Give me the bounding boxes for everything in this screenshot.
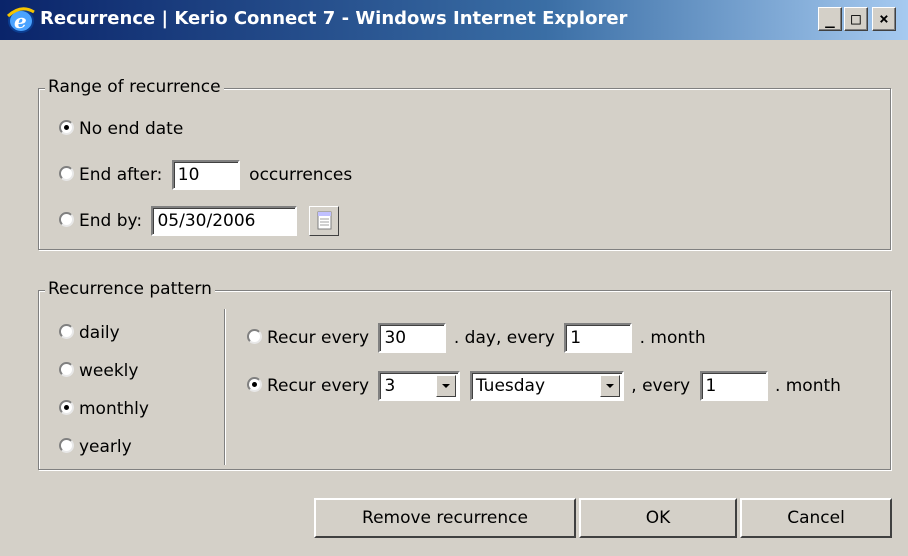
chevron-down-icon[interactable] — [436, 375, 457, 397]
recur-by-day-option[interactable]: Recur every 30 . day, every 1 . month — [247, 323, 706, 353]
title-bar: e Recurrence | Kerio Connect 7 - Windows… — [0, 0, 908, 40]
weekday-select-value: Tuesday — [475, 376, 546, 396]
daily-radio[interactable] — [59, 323, 74, 339]
month-interval-input-1[interactable]: 1 — [564, 323, 633, 353]
end-by-radio[interactable] — [59, 211, 74, 227]
range-of-recurrence-group: Range of recurrence No end date End afte… — [38, 77, 891, 250]
recur-by-weekday-radio[interactable] — [247, 376, 262, 392]
recur-every-label-2: Recur every — [267, 376, 370, 396]
day-every-label: . day, every — [453, 328, 555, 348]
recurrence-pattern-legend: Recurrence pattern — [45, 279, 215, 299]
end-after-input[interactable]: 10 — [171, 160, 240, 190]
weekly-label: weekly — [79, 361, 139, 381]
ordinal-select-value: 3 — [384, 376, 396, 396]
close-button[interactable]: × — [872, 7, 896, 31]
recurrence-pattern-group: Recurrence pattern daily weekly monthly … — [38, 279, 891, 470]
weekday-select[interactable]: Tuesday — [469, 371, 624, 401]
range-of-recurrence-legend: Range of recurrence — [45, 77, 224, 97]
internet-explorer-icon: e — [6, 7, 35, 33]
calendar-picker-button[interactable] — [308, 206, 339, 236]
monthly-radio[interactable] — [59, 399, 74, 415]
window-title: Recurrence | Kerio Connect 7 - Windows I… — [40, 8, 628, 29]
end-by-option[interactable]: End by: 05/30/2006 — [59, 206, 339, 236]
every-label: , every — [631, 376, 691, 396]
end-by-label: End by: — [79, 211, 143, 231]
cancel-button[interactable]: Cancel — [740, 498, 892, 538]
svg-text:e: e — [14, 9, 27, 33]
calendar-icon — [317, 211, 332, 230]
recur-every-label-1: Recur every — [267, 328, 370, 348]
yearly-radio[interactable] — [59, 437, 74, 453]
recur-by-day-radio[interactable] — [247, 328, 262, 344]
frequency-daily[interactable]: daily — [59, 319, 120, 347]
recur-by-weekday-option[interactable]: Recur every 3 Tuesday , every 1 . month — [247, 371, 841, 401]
no-end-date-option[interactable]: No end date — [59, 115, 183, 143]
frequency-weekly[interactable]: weekly — [59, 357, 138, 385]
end-after-label: End after: — [79, 165, 163, 185]
occurrences-label: occurrences — [249, 165, 353, 185]
month-interval-input-2[interactable]: 1 — [699, 371, 768, 401]
no-end-date-label: No end date — [79, 119, 184, 139]
end-by-date-input[interactable]: 05/30/2006 — [151, 206, 298, 236]
pattern-divider — [224, 309, 225, 465]
frequency-monthly[interactable]: monthly — [59, 395, 149, 423]
weekly-radio[interactable] — [59, 361, 74, 377]
monthly-label: monthly — [79, 399, 149, 419]
chevron-down-icon[interactable] — [599, 375, 620, 397]
maximize-button[interactable]: □ — [844, 7, 868, 31]
ok-button[interactable]: OK — [579, 498, 737, 538]
month-label-1: . month — [639, 328, 706, 348]
end-after-option[interactable]: End after: 10 occurrences — [59, 160, 353, 190]
day-number-input[interactable]: 30 — [378, 323, 447, 353]
minimize-button[interactable]: _ — [818, 7, 842, 31]
daily-label: daily — [79, 323, 120, 343]
no-end-date-radio[interactable] — [59, 119, 74, 135]
month-label-2: . month — [774, 376, 841, 396]
yearly-label: yearly — [79, 437, 132, 457]
remove-recurrence-button[interactable]: Remove recurrence — [314, 498, 576, 538]
ordinal-select[interactable]: 3 — [378, 371, 461, 401]
end-after-radio[interactable] — [59, 165, 74, 181]
frequency-yearly[interactable]: yearly — [59, 433, 132, 461]
